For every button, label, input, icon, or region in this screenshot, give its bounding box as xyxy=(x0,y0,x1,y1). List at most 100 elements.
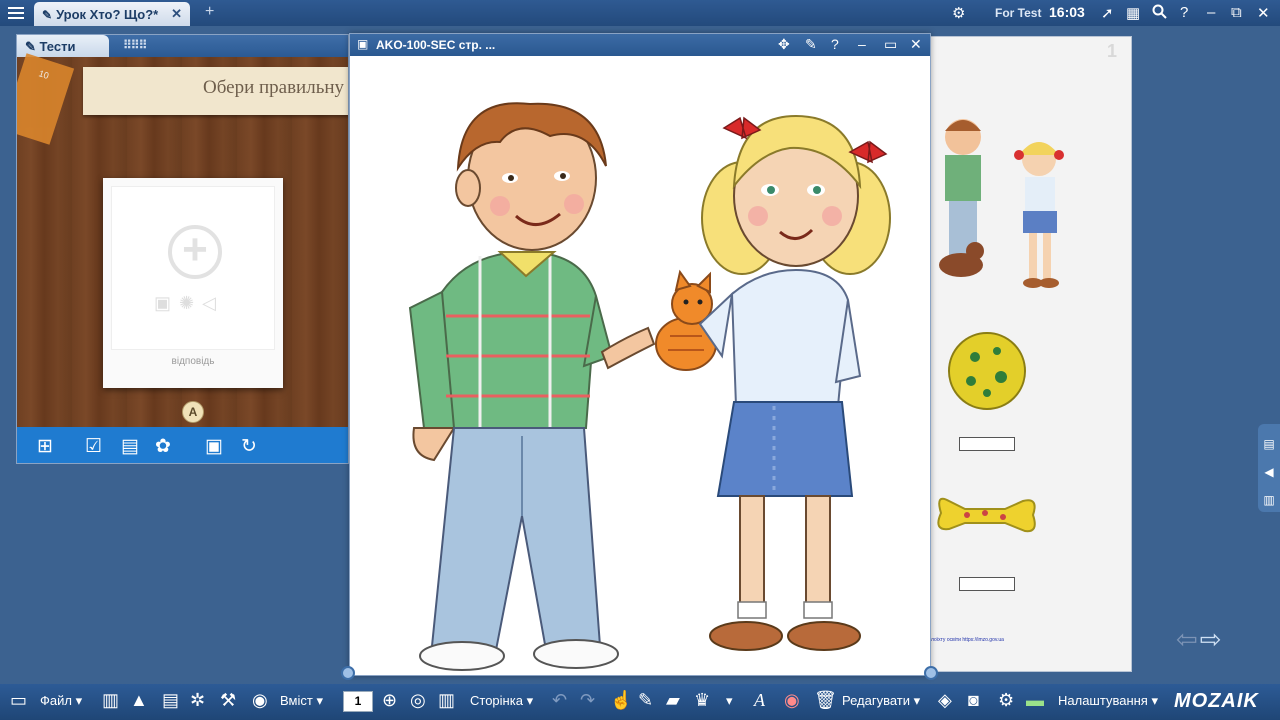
page-number: 1 xyxy=(1106,41,1117,61)
page-navigation: ⇦⇨ xyxy=(1176,624,1224,655)
trash-icon[interactable]: 🗑 xyxy=(814,690,837,711)
tools-dropdown[interactable]: ▾ xyxy=(726,693,733,709)
image-canvas[interactable] xyxy=(350,56,930,675)
document-tab-title: Урок Хто? Що?* xyxy=(56,7,159,22)
resize-handle-right-icon[interactable] xyxy=(924,666,938,680)
camera-icon[interactable]: ◙ xyxy=(968,690,979,711)
answer-card-media-area[interactable]: + ▣✺◁ xyxy=(111,186,275,350)
page-menu[interactable]: Сторінка ▾ xyxy=(470,693,533,709)
close-icon[interactable]: ✕ xyxy=(1257,4,1270,22)
title-bar: ✎ Урок Хто? Що?* ✕ + ⚙ For Test 16:03 ➚ ▦… xyxy=(0,0,1280,26)
close-icon[interactable]: ✕ xyxy=(910,36,922,53)
answer-box-2[interactable] xyxy=(959,577,1015,591)
tests-window: ✎ Тести ⠿⠿⠿ 10 Обери правильну + ▣✺◁ від… xyxy=(16,34,349,464)
layout-icon[interactable]: ▤ xyxy=(121,435,139,458)
answer-card[interactable]: + ▣✺◁ відповідь xyxy=(103,178,283,388)
rocket-icon[interactable]: ➚ xyxy=(1101,4,1114,22)
speaker-icon[interactable]: ◁ xyxy=(202,293,224,313)
clock: 16:03 xyxy=(1049,4,1085,20)
help-icon[interactable]: ? xyxy=(831,36,839,52)
document-icon[interactable]: ▤ xyxy=(162,690,179,711)
check-icon[interactable]: ☑ xyxy=(85,435,102,458)
add-page-icon[interactable]: ⊞ xyxy=(37,435,53,458)
apps-grid-icon[interactable]: ▦ xyxy=(1126,4,1140,22)
add-page-icon[interactable]: ⊕ xyxy=(382,690,397,711)
edit-menu[interactable]: Редагувати ▾ xyxy=(842,693,920,709)
edit-icon: ✎ xyxy=(25,39,40,54)
side-panel-handle[interactable]: ▤ ◀ ▥ xyxy=(1258,424,1280,512)
pages-icon[interactable]: ▥ xyxy=(102,690,119,711)
save-icon[interactable]: ▣ xyxy=(205,435,223,458)
pointer-hand-icon[interactable]: ☝ xyxy=(610,690,632,711)
eraser-icon[interactable]: ▰ xyxy=(666,690,680,711)
text-tool-icon[interactable]: A xyxy=(754,690,765,711)
record-icon[interactable]: ◉ xyxy=(784,690,800,711)
bone-toy-image xyxy=(937,497,1036,533)
tests-tab-label: Тести xyxy=(39,39,76,54)
media-type-icons: ▣✺◁ xyxy=(154,293,224,314)
image-viewer-window: ▣ AKO-100-SEC стр. ... ✥ ✎ ? – ▭ ✕ xyxy=(349,33,931,676)
diamond-tool-icon[interactable]: ◈ xyxy=(938,690,952,711)
new-tab-button[interactable]: + xyxy=(205,3,214,21)
two-pages-icon[interactable]: ▥ xyxy=(438,690,455,711)
redo-icon[interactable]: ↷ xyxy=(580,690,595,711)
hammer-icon[interactable]: ⚒ xyxy=(220,690,236,711)
palette-icon[interactable]: ✿ xyxy=(155,435,171,458)
film-reel-icon[interactable]: ✺ xyxy=(179,293,202,313)
clipboard-icon[interactable]: ▥ xyxy=(1258,486,1280,514)
tools-icon[interactable]: ✲ xyxy=(190,690,205,711)
answer-box-1[interactable] xyxy=(959,437,1015,451)
share-icon[interactable]: ✥ xyxy=(778,36,790,53)
maximize-icon[interactable]: ▭ xyxy=(884,36,897,53)
search-icon[interactable] xyxy=(1152,4,1167,23)
page-footer-link[interactable]: лоїхту освіти https://imzo.gov.ua xyxy=(931,637,1004,643)
minimize-icon[interactable]: – xyxy=(1207,4,1215,21)
hamburger-menu-icon[interactable] xyxy=(6,4,26,22)
prev-page-arrow-icon[interactable]: ⇦ xyxy=(1176,624,1198,654)
add-media-plus-icon[interactable]: + xyxy=(168,225,222,279)
minimize-icon[interactable]: – xyxy=(858,36,866,52)
pin-icon[interactable]: ✎ xyxy=(805,36,817,53)
answer-letter-badge[interactable]: A xyxy=(182,401,204,423)
page-number-input[interactable]: 1 xyxy=(343,691,373,712)
girl-figure xyxy=(698,114,891,651)
book-icon[interactable]: ▭ xyxy=(10,690,27,711)
zoom-icon[interactable]: ◎ xyxy=(410,690,426,711)
workspace: 1 лоїхту освіти https://imzo.gov.ua ⇦⇨ ▤… xyxy=(0,26,1280,684)
image-window-titlebar[interactable]: ▣ AKO-100-SEC стр. ... ✥ ✎ ? – ▭ ✕ xyxy=(350,34,930,56)
tab-close-icon[interactable]: ✕ xyxy=(171,6,182,22)
answer-card-label: відповідь xyxy=(171,356,215,367)
image-icon[interactable]: ▣ xyxy=(154,293,179,313)
settings-gear-icon[interactable]: ⚙ xyxy=(952,4,965,22)
undo-icon[interactable]: ↶ xyxy=(552,690,567,711)
pen-icon[interactable]: ✎ xyxy=(638,690,653,711)
collapse-left-arrow-icon[interactable]: ◀ xyxy=(1258,458,1280,486)
resize-handle-left-icon[interactable] xyxy=(341,666,355,680)
lightbulb-icon[interactable]: ◉ xyxy=(252,690,268,711)
boy-and-girl-illustration xyxy=(408,102,891,671)
book-page: 1 лоїхту освіти https://imzo.gov.ua xyxy=(930,36,1132,672)
content-menu[interactable]: Вміст ▾ xyxy=(280,693,323,709)
file-menu[interactable]: Файл ▾ xyxy=(40,693,82,709)
question-strip: Обери правильну xyxy=(83,67,348,115)
settings-gear-icon[interactable]: ⚙ xyxy=(998,690,1014,711)
children-thumbnail-image xyxy=(939,119,1064,288)
next-page-arrow-icon[interactable]: ⇨ xyxy=(1200,624,1222,654)
pencil-icon: ✎ xyxy=(42,8,53,22)
bottom-toolbar: ▭ Файл ▾ ▥ ▲ ▤ ✲ ⚒ ◉ Вміст ▾ 1 ⊕ ◎ ▥ Сто… xyxy=(0,684,1280,720)
undo-icon[interactable]: ↻ xyxy=(241,435,257,458)
question-text: Обери правильну xyxy=(203,77,345,98)
graduation-cap-icon[interactable]: ▲ xyxy=(130,690,148,711)
settings-menu[interactable]: Налаштування ▾ xyxy=(1058,693,1158,709)
tests-window-titlebar[interactable]: ✎ Тести ⠿⠿⠿ xyxy=(17,35,348,57)
highlighter-icon[interactable]: ▬ xyxy=(1026,690,1044,711)
mozaik-logo: MOZAIK xyxy=(1174,690,1259,712)
document-tab[interactable]: ✎ Урок Хто? Що?* ✕ xyxy=(34,2,190,26)
ball-image xyxy=(948,332,1026,410)
restore-icon[interactable]: ⧉ xyxy=(1231,4,1242,21)
notes-icon[interactable]: ▤ xyxy=(1258,430,1280,458)
help-icon[interactable]: ? xyxy=(1180,4,1188,21)
keyboard-grid-icon[interactable]: ⠿⠿⠿ xyxy=(123,38,147,52)
account-label[interactable]: For Test xyxy=(995,6,1041,20)
crown-icon[interactable]: ♛ xyxy=(694,690,710,711)
